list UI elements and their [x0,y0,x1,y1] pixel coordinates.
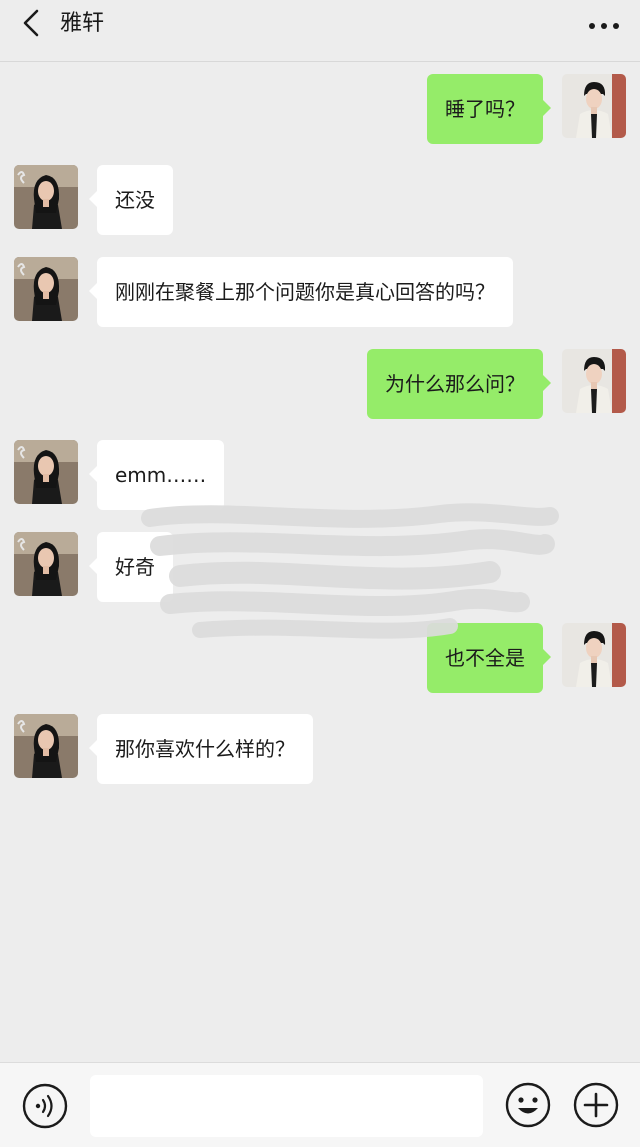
more-options-button[interactable] [586,10,622,38]
message-bubble[interactable]: 刚刚在聚餐上那个问题你是真心回答的吗？ [89,257,513,327]
chevron-left-icon [20,8,42,42]
message-bubble[interactable]: 为什么那么问？ [367,349,551,419]
chat-header: 雅轩 [0,0,640,62]
message-bubble[interactable]: 好奇 [89,532,173,602]
plus-icon [572,1082,620,1133]
input-bar [0,1062,640,1147]
message-bubble[interactable]: 睡了吗？ [427,74,551,144]
voice-button[interactable] [22,1083,68,1129]
avatar-contact[interactable] [14,257,78,321]
message-bubble[interactable]: 还没 [89,165,173,235]
message-list[interactable]: 睡了吗？ 还没 刚刚在聚餐上那个问题你是真心回答的吗？ 为什么那么问？ emm…… [0,62,640,1062]
avatar-self[interactable] [562,74,626,138]
chat-title: 雅轩 [60,11,105,36]
more-dots-icon [587,15,621,34]
message-bubble[interactable]: 也不全是 [427,623,551,693]
more-functions-button[interactable] [572,1081,620,1129]
avatar-contact[interactable] [14,714,78,778]
emoji-icon [504,1082,552,1133]
avatar-self[interactable] [562,349,626,413]
avatar-self[interactable] [562,623,626,687]
message-bubble[interactable]: emm…… [88,440,225,510]
voice-icon [22,1083,68,1133]
emoji-button[interactable] [504,1081,552,1129]
message-bubble[interactable]: 那你喜欢什么样的？ [89,714,313,784]
avatar-contact[interactable] [14,440,78,504]
avatar-contact[interactable] [14,165,78,229]
avatar-contact[interactable] [14,532,78,596]
message-input[interactable] [90,1075,483,1137]
back-button[interactable] [14,8,48,42]
